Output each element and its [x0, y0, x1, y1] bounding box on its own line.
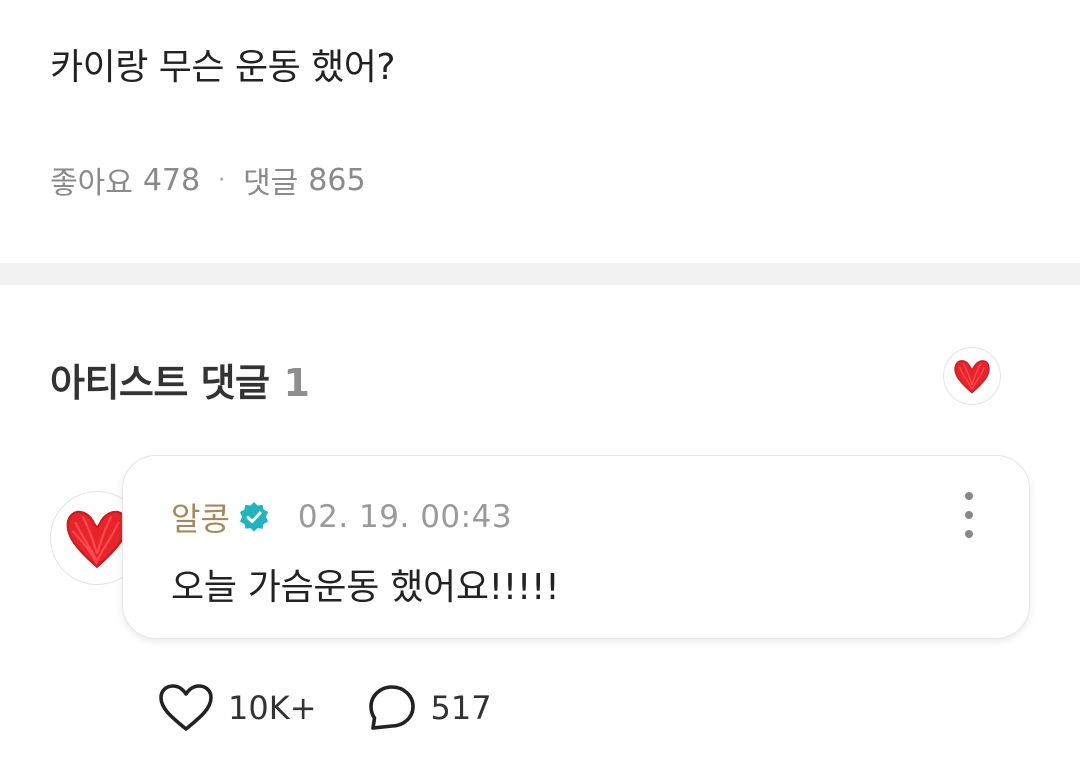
- post-title: 카이랑 무슨 운동 했어?: [50, 47, 396, 88]
- heart-outline-icon: [159, 684, 213, 731]
- artist-comments-count: 1: [283, 361, 310, 405]
- likes-count: 478: [142, 162, 201, 198]
- comment-author-name[interactable]: 알콩: [171, 494, 230, 540]
- reply-button[interactable]: 517: [367, 683, 492, 733]
- more-vertical-icon: [965, 492, 973, 500]
- red-heart-icon: [954, 360, 990, 394]
- artist-comments-heading: 아티스트 댓글 1: [50, 352, 310, 407]
- more-options-button[interactable]: [957, 492, 981, 538]
- comments-count: 865: [308, 162, 366, 198]
- comments-label: 댓글: [243, 166, 299, 201]
- comment-actions: 10K+ 517: [158, 683, 492, 733]
- more-dot: [965, 511, 973, 519]
- comment-bubble: 알콩 02. 19. 00:43 오늘 가슴운동 했어요!!!!!: [122, 455, 1030, 639]
- artist-avatar-button[interactable]: [943, 347, 1001, 405]
- reply-count: 517: [430, 689, 492, 727]
- like-button[interactable]: 10K+: [158, 683, 317, 733]
- comment-header: 알콩 02. 19. 00:43: [171, 494, 512, 540]
- comment-timestamp: 02. 19. 00:43: [297, 499, 513, 535]
- artist-comments-title: 아티스트 댓글: [50, 361, 270, 405]
- like-count: 10K+: [228, 689, 317, 727]
- comment-text: 오늘 가슴운동 했어요!!!!!: [171, 567, 560, 608]
- post-comments-page: 카이랑 무슨 운동 했어? 좋아요 478 · 댓글 865 아티스트 댓글 1 …: [0, 0, 1080, 770]
- post-stats: 좋아요 478 · 댓글 865: [50, 158, 366, 202]
- speech-bubble-icon: [368, 685, 415, 730]
- stats-separator: ·: [218, 167, 226, 193]
- verified-badge-icon: [238, 501, 270, 533]
- section-divider: [0, 263, 1080, 285]
- likes-label: 좋아요: [50, 166, 133, 201]
- more-dot: [965, 530, 973, 538]
